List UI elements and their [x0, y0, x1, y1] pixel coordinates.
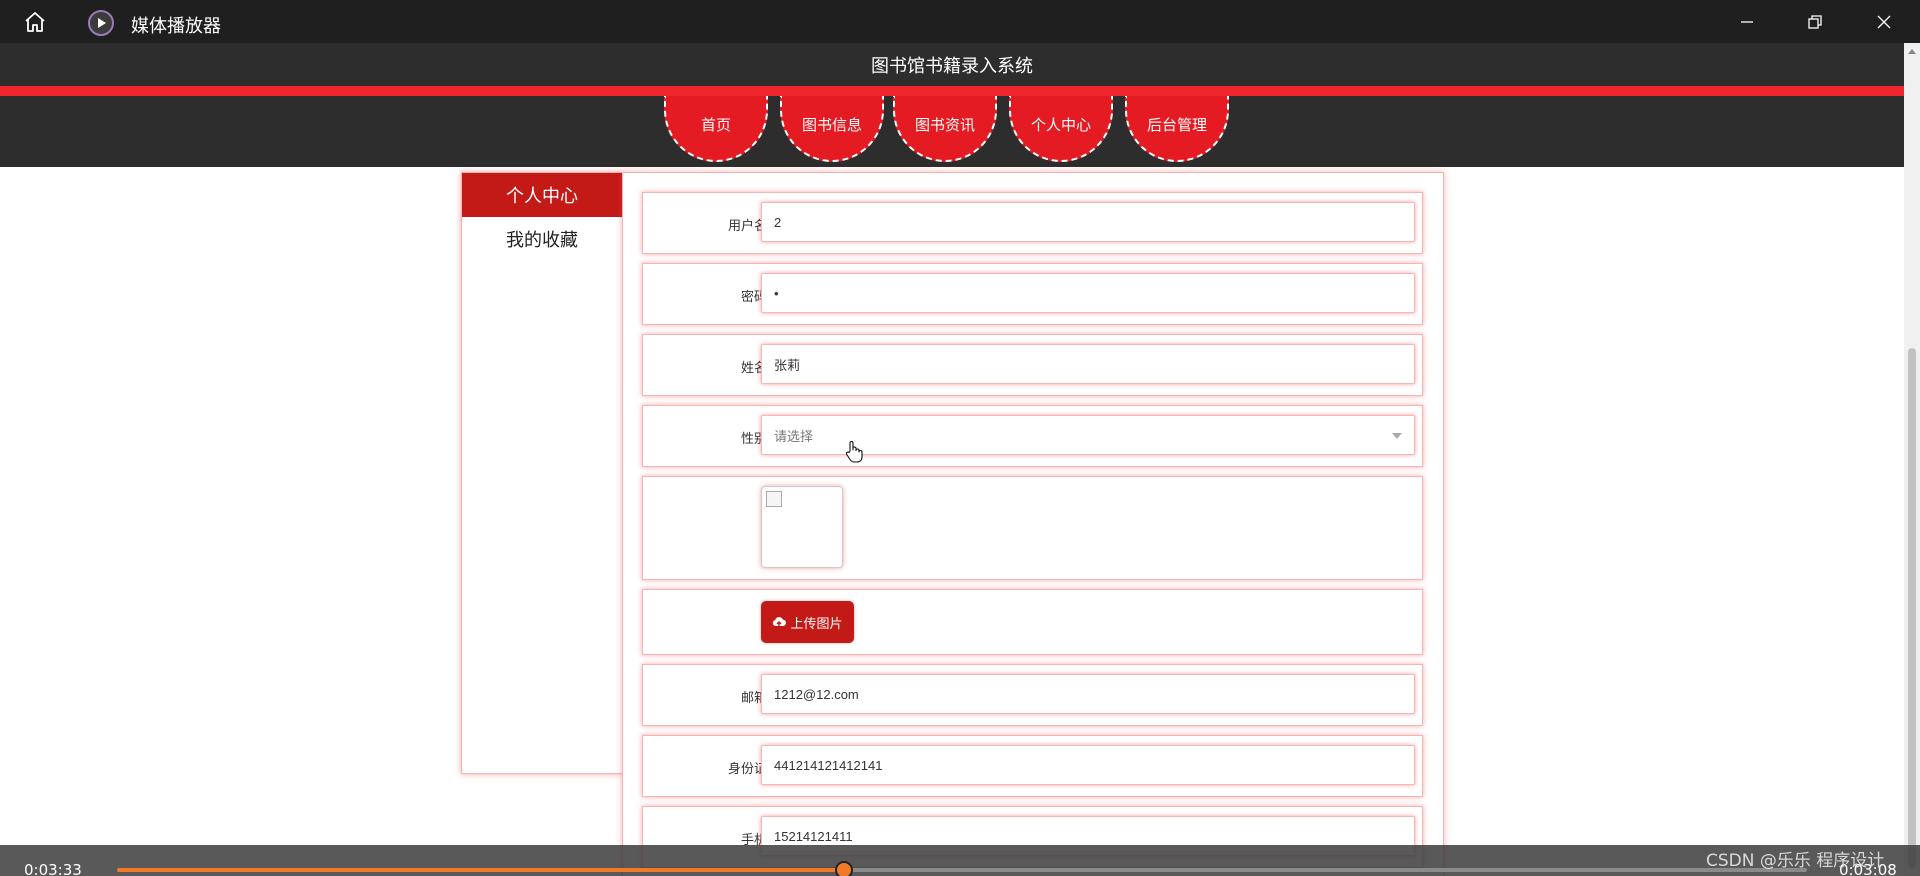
scrollbar-thumb[interactable]	[1908, 348, 1916, 868]
upload-image-button[interactable]: 上传图片	[761, 601, 854, 643]
nav-item-home[interactable]: 首页	[664, 96, 768, 162]
header-red-band	[0, 86, 1904, 96]
play-icon	[88, 10, 114, 36]
username-input[interactable]: 2	[761, 202, 1415, 242]
sidebar-item-favorites[interactable]: 我的收藏	[462, 217, 622, 261]
chevron-down-icon	[1392, 433, 1402, 439]
restore-button[interactable]	[1792, 6, 1838, 38]
restore-icon	[1808, 15, 1822, 29]
minimize-icon	[1741, 21, 1753, 23]
form-row-id-card: 身份证 441214121412141	[642, 735, 1423, 797]
nav-item-admin[interactable]: 后台管理	[1125, 96, 1229, 162]
page-scrollbar[interactable]	[1904, 43, 1920, 876]
id-card-label: 身份证	[727, 762, 767, 777]
form-row-gender: 性别 请选择	[642, 405, 1423, 467]
current-time: 0:03:33	[24, 861, 82, 876]
cloud-upload-icon	[773, 617, 787, 627]
player-titlebar: 媒体播放器	[0, 0, 1920, 43]
nav-item-personal-center[interactable]: 个人中心	[1009, 96, 1113, 162]
close-icon	[1877, 15, 1891, 29]
password-label: 密码	[740, 290, 767, 305]
hand-cursor-icon	[845, 441, 863, 463]
close-button[interactable]	[1861, 6, 1907, 38]
broken-image-icon	[766, 491, 782, 507]
player-title: 媒体播放器	[131, 16, 221, 37]
id-card-input[interactable]: 441214121412141	[761, 745, 1415, 785]
profile-form-panel: 用户名 2 密码 • 姓名 张莉 性别 请选择 上传图片 邮箱 1212@12.…	[622, 172, 1444, 876]
email-input[interactable]: 1212@12.com	[761, 674, 1415, 714]
site-header: 图书馆书籍录入系统 首页 图书信息 图书资讯 个人中心 后台管理	[0, 43, 1904, 167]
avatar-preview	[761, 486, 843, 568]
form-row-username: 用户名 2	[642, 192, 1423, 254]
nav-item-book-info[interactable]: 图书信息	[780, 96, 884, 162]
player-control-bar: 0:03:33 0:03:08 CSDN @乐乐 程序设计	[0, 845, 1920, 876]
form-row-avatar	[642, 476, 1423, 580]
sidebar: 个人中心 我的收藏	[461, 172, 623, 774]
upload-image-label: 上传图片	[790, 616, 843, 632]
gender-label: 性别	[740, 432, 767, 447]
csdn-watermark: CSDN @乐乐 程序设计	[1706, 851, 1885, 871]
name-label: 姓名	[740, 361, 767, 376]
progress-fill	[117, 868, 844, 872]
form-row-password: 密码 •	[642, 263, 1423, 325]
password-input[interactable]: •	[761, 273, 1415, 313]
site-title: 图书馆书籍录入系统	[871, 55, 1033, 77]
email-label: 邮箱	[740, 691, 767, 706]
sidebar-item-personal-center[interactable]: 个人中心	[462, 173, 622, 217]
progress-knob[interactable]	[834, 861, 853, 876]
form-row-name: 姓名 张莉	[642, 334, 1423, 396]
scroll-up-arrow-icon[interactable]	[1908, 49, 1916, 54]
home-icon	[25, 12, 45, 32]
form-row-email: 邮箱 1212@12.com	[642, 664, 1423, 726]
minimize-button[interactable]	[1724, 6, 1770, 38]
username-label: 用户名	[727, 219, 767, 234]
form-row-upload: 上传图片	[642, 589, 1423, 655]
name-input[interactable]: 张莉	[761, 344, 1415, 384]
progress-slider[interactable]	[117, 861, 1807, 876]
home-button[interactable]	[20, 9, 50, 35]
gender-select-placeholder: 请选择	[774, 428, 814, 444]
nav-item-book-news[interactable]: 图书资讯	[893, 96, 997, 162]
